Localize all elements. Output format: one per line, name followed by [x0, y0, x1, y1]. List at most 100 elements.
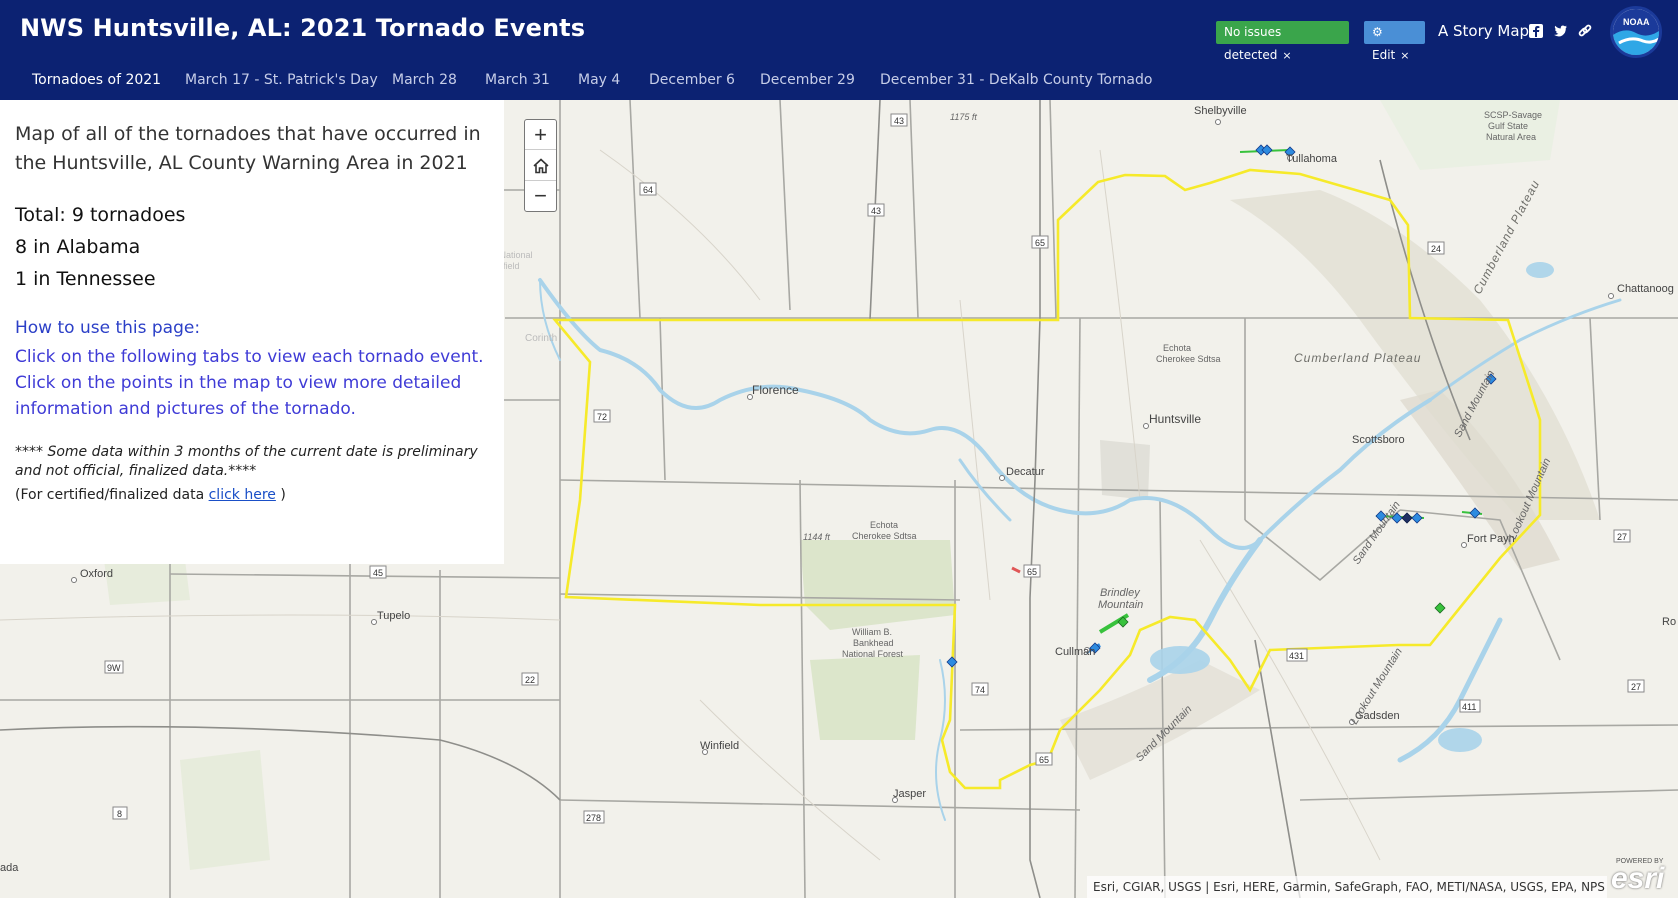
close-icon[interactable]: ×: [1282, 49, 1291, 62]
city-label: Tullahoma: [1286, 153, 1338, 165]
close-icon[interactable]: ×: [1400, 49, 1409, 62]
city-label: Chattanoog: [1617, 283, 1674, 295]
svg-text:Natural Area: Natural Area: [1486, 132, 1536, 142]
svg-text:Bankhead: Bankhead: [853, 638, 894, 648]
certified-data-line: (For certified/finalized data click here…: [15, 487, 286, 503]
home-button[interactable]: [525, 151, 556, 181]
info-panel: Map of all of the tornadoes that have oc…: [0, 100, 504, 564]
city-label: Cullman: [1055, 646, 1095, 658]
storymap-link[interactable]: A Story Map: [1438, 22, 1529, 40]
city-label: Jasper: [893, 788, 926, 800]
svg-text:Ro: Ro: [1662, 616, 1676, 628]
page-title: NWS Huntsville, AL: 2021 Tornado Events: [20, 14, 586, 42]
svg-text:1175 ft: 1175 ft: [950, 112, 977, 122]
zoom-controls: + −: [524, 119, 557, 212]
shield: 65: [1035, 752, 1053, 766]
shield: 74: [971, 682, 989, 696]
tab-may-4[interactable]: May 4: [578, 72, 620, 88]
city-label: Florence: [752, 383, 799, 397]
svg-text:64: 64: [643, 185, 653, 195]
svg-text:NOAA: NOAA: [1623, 17, 1650, 27]
city-label: Scottsboro: [1352, 434, 1405, 446]
alabama-count: 8 in Alabama: [15, 236, 141, 258]
city-label: Decatur: [1006, 466, 1045, 478]
twitter-icon[interactable]: [1551, 23, 1569, 41]
story-map-app: Shelbyville Tullahoma Chattanoog Florenc…: [0, 0, 1678, 898]
tab-march-17[interactable]: March 17 - St. Patrick's Day: [185, 72, 378, 88]
facebook-icon[interactable]: [1527, 23, 1545, 41]
svg-text:74: 74: [975, 685, 985, 695]
svg-text:65: 65: [1035, 238, 1045, 248]
svg-text:24: 24: [1431, 244, 1441, 254]
city-label: Corinth: [525, 333, 557, 344]
svg-text:Cumberland Plateau: Cumberland Plateau: [1294, 351, 1421, 365]
shield: 8: [112, 806, 128, 820]
shield: 431: [1286, 648, 1308, 662]
total-count: Total: 9 tornadoes: [15, 204, 186, 226]
svg-text:Cherokee Sdtsa: Cherokee Sdtsa: [1156, 354, 1221, 364]
app-header: NWS Huntsville, AL: 2021 Tornado Events …: [0, 0, 1678, 100]
preliminary-note: **** Some data within 3 months of the cu…: [15, 444, 478, 479]
tab-december-6[interactable]: December 6: [649, 72, 735, 88]
tennessee-count: 1 in Tennessee: [15, 268, 156, 290]
gear-icon: ⚙: [1372, 25, 1383, 39]
svg-text:411: 411: [1462, 702, 1476, 712]
tab-december-31[interactable]: December 31 - DeKalb County Tornado: [880, 72, 1152, 88]
shield: 27: [1613, 529, 1631, 543]
tab-march-31[interactable]: March 31: [485, 72, 550, 88]
shield: 24: [1427, 241, 1445, 255]
svg-text:431: 431: [1289, 651, 1304, 661]
city-label: Huntsville: [1149, 412, 1201, 426]
svg-text:65: 65: [1027, 567, 1037, 577]
status-badge-label: No issues detected: [1224, 25, 1282, 62]
shield: 72: [593, 409, 611, 423]
svg-text:45: 45: [373, 568, 383, 578]
svg-text:Mountain: Mountain: [1098, 599, 1143, 611]
svg-text:SCSP-Savage: SCSP-Savage: [1484, 110, 1542, 120]
shield: 411: [1459, 699, 1481, 713]
svg-text:Gulf State: Gulf State: [1488, 121, 1528, 131]
city-label: Tupelo: [377, 610, 410, 622]
svg-text:William B.: William B.: [852, 627, 892, 637]
svg-text:National Forest: National Forest: [842, 649, 904, 659]
svg-text:Echota: Echota: [870, 520, 898, 530]
svg-text:278: 278: [586, 813, 601, 823]
svg-text:43: 43: [871, 206, 881, 216]
home-icon: [532, 158, 549, 174]
howto-line: Click on the following tabs to view each…: [15, 347, 484, 367]
shield: 65: [1023, 564, 1041, 578]
tab-tornadoes-of-2021[interactable]: Tornadoes of 2021: [32, 72, 161, 88]
svg-text:22: 22: [525, 675, 535, 685]
city-label: Oxford: [80, 568, 113, 580]
zoom-out-button[interactable]: −: [525, 181, 556, 211]
svg-text:65: 65: [1039, 755, 1049, 765]
svg-text:Brindley: Brindley: [1100, 587, 1141, 599]
edit-button-label: Edit: [1372, 48, 1396, 62]
edit-button[interactable]: ⚙ Edit ×: [1364, 21, 1425, 62]
svg-text:Cherokee Sdtsa: Cherokee Sdtsa: [852, 531, 917, 541]
shield: 278: [583, 810, 605, 824]
shield: 27: [1627, 679, 1645, 693]
map-attribution[interactable]: Esri, CGIAR, USGS | Esri, HERE, Garmin, …: [1087, 876, 1607, 898]
svg-text:43: 43: [894, 116, 904, 126]
city-label: Shelbyville: [1194, 105, 1247, 117]
svg-text:9W: 9W: [107, 663, 121, 673]
click-here-link[interactable]: click here: [209, 487, 276, 503]
shield: 9W: [104, 660, 124, 674]
tab-march-28[interactable]: March 28: [392, 72, 457, 88]
svg-text:72: 72: [597, 412, 607, 422]
noaa-logo[interactable]: NOAA: [1610, 6, 1662, 58]
svg-text:8: 8: [117, 809, 122, 819]
tab-december-29[interactable]: December 29: [760, 72, 855, 88]
svg-text:1144 ft: 1144 ft: [803, 532, 830, 542]
shield: 65: [1031, 235, 1049, 249]
link-icon[interactable]: [1576, 23, 1594, 41]
status-badge[interactable]: No issues detected ×: [1216, 21, 1349, 62]
esri-logo[interactable]: esri: [1611, 862, 1664, 896]
shield: 64: [639, 182, 657, 196]
shield: 45: [369, 565, 387, 579]
zoom-in-button[interactable]: +: [525, 120, 556, 150]
shield: 22: [521, 672, 539, 686]
svg-text:Echota: Echota: [1163, 343, 1191, 353]
svg-text:27: 27: [1617, 532, 1627, 542]
